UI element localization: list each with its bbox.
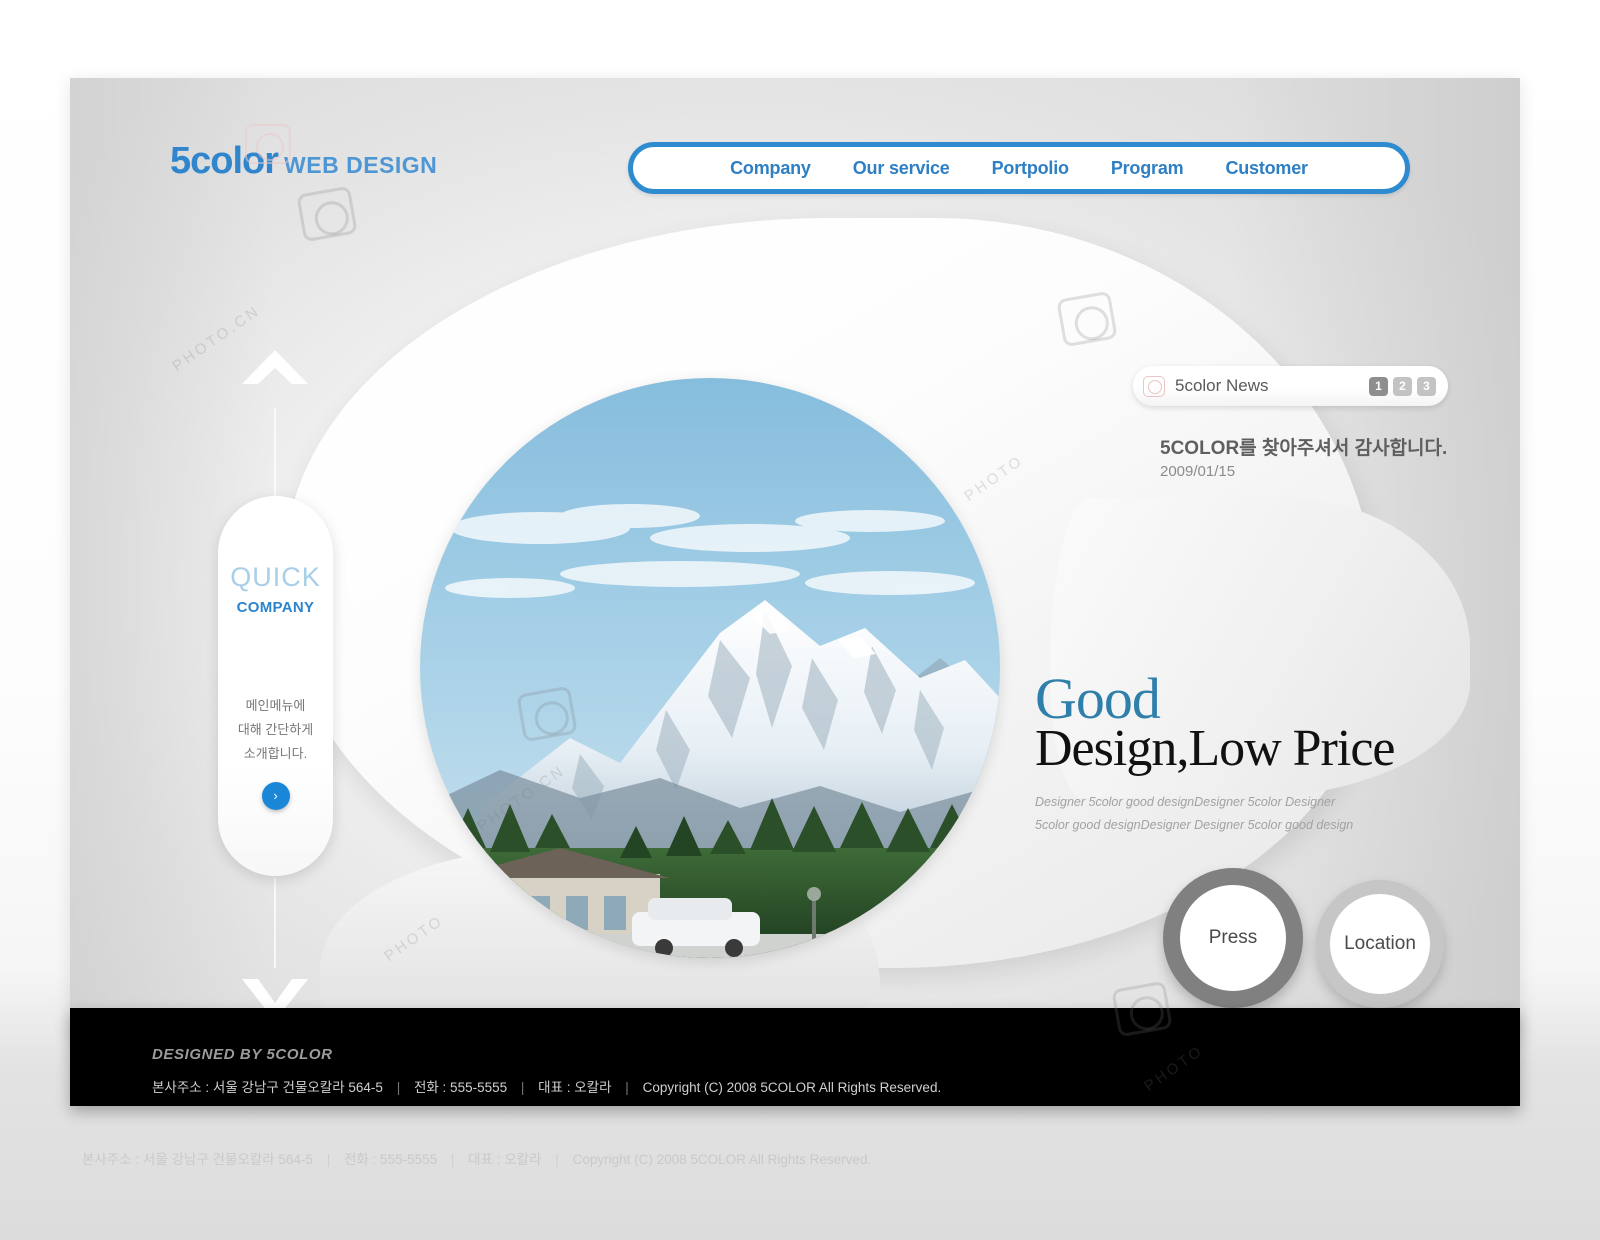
news-page-2[interactable]: 2: [1393, 376, 1412, 396]
footer-info: 본사주소 : 서울 강남구 건물오칼라 564-5 | 전화 : 555-555…: [152, 1076, 941, 1096]
page-card: 5color WEB DESIGN Company Our service Por…: [70, 78, 1520, 1038]
footer-echo-address: 본사주소 : 서울 강남구 건물오칼라 564-5: [82, 1152, 313, 1167]
footer-sep-3: |: [625, 1080, 629, 1095]
location-button-label: Location: [1344, 933, 1416, 954]
quick-description: 메인메뉴에 대해 간단하게 소개합니다.: [237, 698, 314, 762]
nav-item-portpolio[interactable]: Portpolio: [992, 158, 1069, 179]
news-seal-icon: [1143, 375, 1165, 397]
quick-subtitle: COMPANY: [236, 599, 315, 616]
footer-copyright: Copyright (C) 2008 5COLOR All Rights Res…: [642, 1080, 942, 1095]
hero-title-line2: Design,Low Price: [1035, 720, 1395, 777]
footer-echo-phone: 전화 : 555-5555: [343, 1152, 438, 1167]
footer-sep-1: |: [396, 1080, 401, 1095]
footer-brand: DESIGNED BY 5COLOR: [152, 1046, 333, 1063]
footer-echo-sep-2: |: [450, 1152, 455, 1167]
hero-photo: [420, 378, 1000, 958]
news-page-1[interactable]: 1: [1369, 376, 1388, 396]
footer-echo-ceo: 대표 : 오칼라: [468, 1152, 542, 1167]
nav-item-customer[interactable]: Customer: [1225, 158, 1308, 179]
footer-echo-sep-1: |: [326, 1152, 331, 1167]
location-button[interactable]: Location: [1316, 880, 1444, 1008]
footer-address: 본사주소 : 서울 강남구 건물오칼라 564-5: [152, 1080, 383, 1095]
footer-echo: 본사주소 : 서울 강남구 건물오칼라 564-5 | 전화 : 555-555…: [82, 1148, 871, 1168]
footer: DESIGNED BY 5COLOR 본사주소 : 서울 강남구 건물오칼라 5…: [70, 1008, 1520, 1106]
footer-sep-2: |: [520, 1080, 525, 1095]
arrow-up-icon[interactable]: [242, 346, 308, 408]
news-date: 2009/01/15: [1160, 463, 1236, 480]
hero-subtext: Designer 5color good designDesigner 5col…: [1035, 791, 1394, 839]
logo-seal-icon: [245, 124, 291, 164]
site-logo[interactable]: 5color WEB DESIGN: [170, 140, 437, 183]
press-button-label: Press: [1208, 927, 1258, 948]
logo-sub-text: WEB DESIGN: [284, 152, 438, 178]
news-bar[interactable]: 5color News 1 2 3: [1133, 366, 1448, 406]
hero-headline: Good Design,Low Price Designer 5color go…: [1035, 670, 1395, 839]
hero-subtext-line2: 5color good designDesigner Designer 5col…: [1035, 818, 1354, 833]
nav-item-our-service[interactable]: Our service: [853, 158, 950, 179]
quick-title: QUICK: [230, 562, 321, 592]
footer-phone: 전화 : 555-5555: [413, 1080, 508, 1095]
news-page-3[interactable]: 3: [1417, 376, 1436, 396]
press-button[interactable]: Press: [1163, 868, 1303, 1008]
page-root: 5color WEB DESIGN Company Our service Por…: [0, 0, 1600, 1240]
news-headline[interactable]: 5COLOR를 찾아주셔서 감사합니다.: [1160, 433, 1447, 460]
arrow-up-stem: [274, 408, 276, 498]
quick-go-button[interactable]: ›: [261, 782, 290, 811]
nav-item-company[interactable]: Company: [730, 158, 811, 179]
footer-echo-copyright: Copyright (C) 2008 5COLOR All Rights Res…: [572, 1152, 872, 1167]
quick-panel: QUICK COMPANY 메인메뉴에 대해 간단하게 소개합니다. ›: [218, 496, 333, 876]
arrow-down-stem: [274, 878, 276, 968]
news-label: 5color News: [1175, 376, 1269, 395]
main-navigation[interactable]: Company Our service Portpolio Program Cu…: [628, 142, 1410, 194]
nav-item-program[interactable]: Program: [1111, 158, 1184, 179]
footer-echo-sep-3: |: [555, 1152, 559, 1167]
hero-subtext-line1: Designer 5color good designDesigner 5col…: [1035, 794, 1336, 809]
footer-ceo: 대표 : 오칼라: [538, 1080, 612, 1095]
news-pagination[interactable]: 1 2 3: [1369, 376, 1436, 396]
